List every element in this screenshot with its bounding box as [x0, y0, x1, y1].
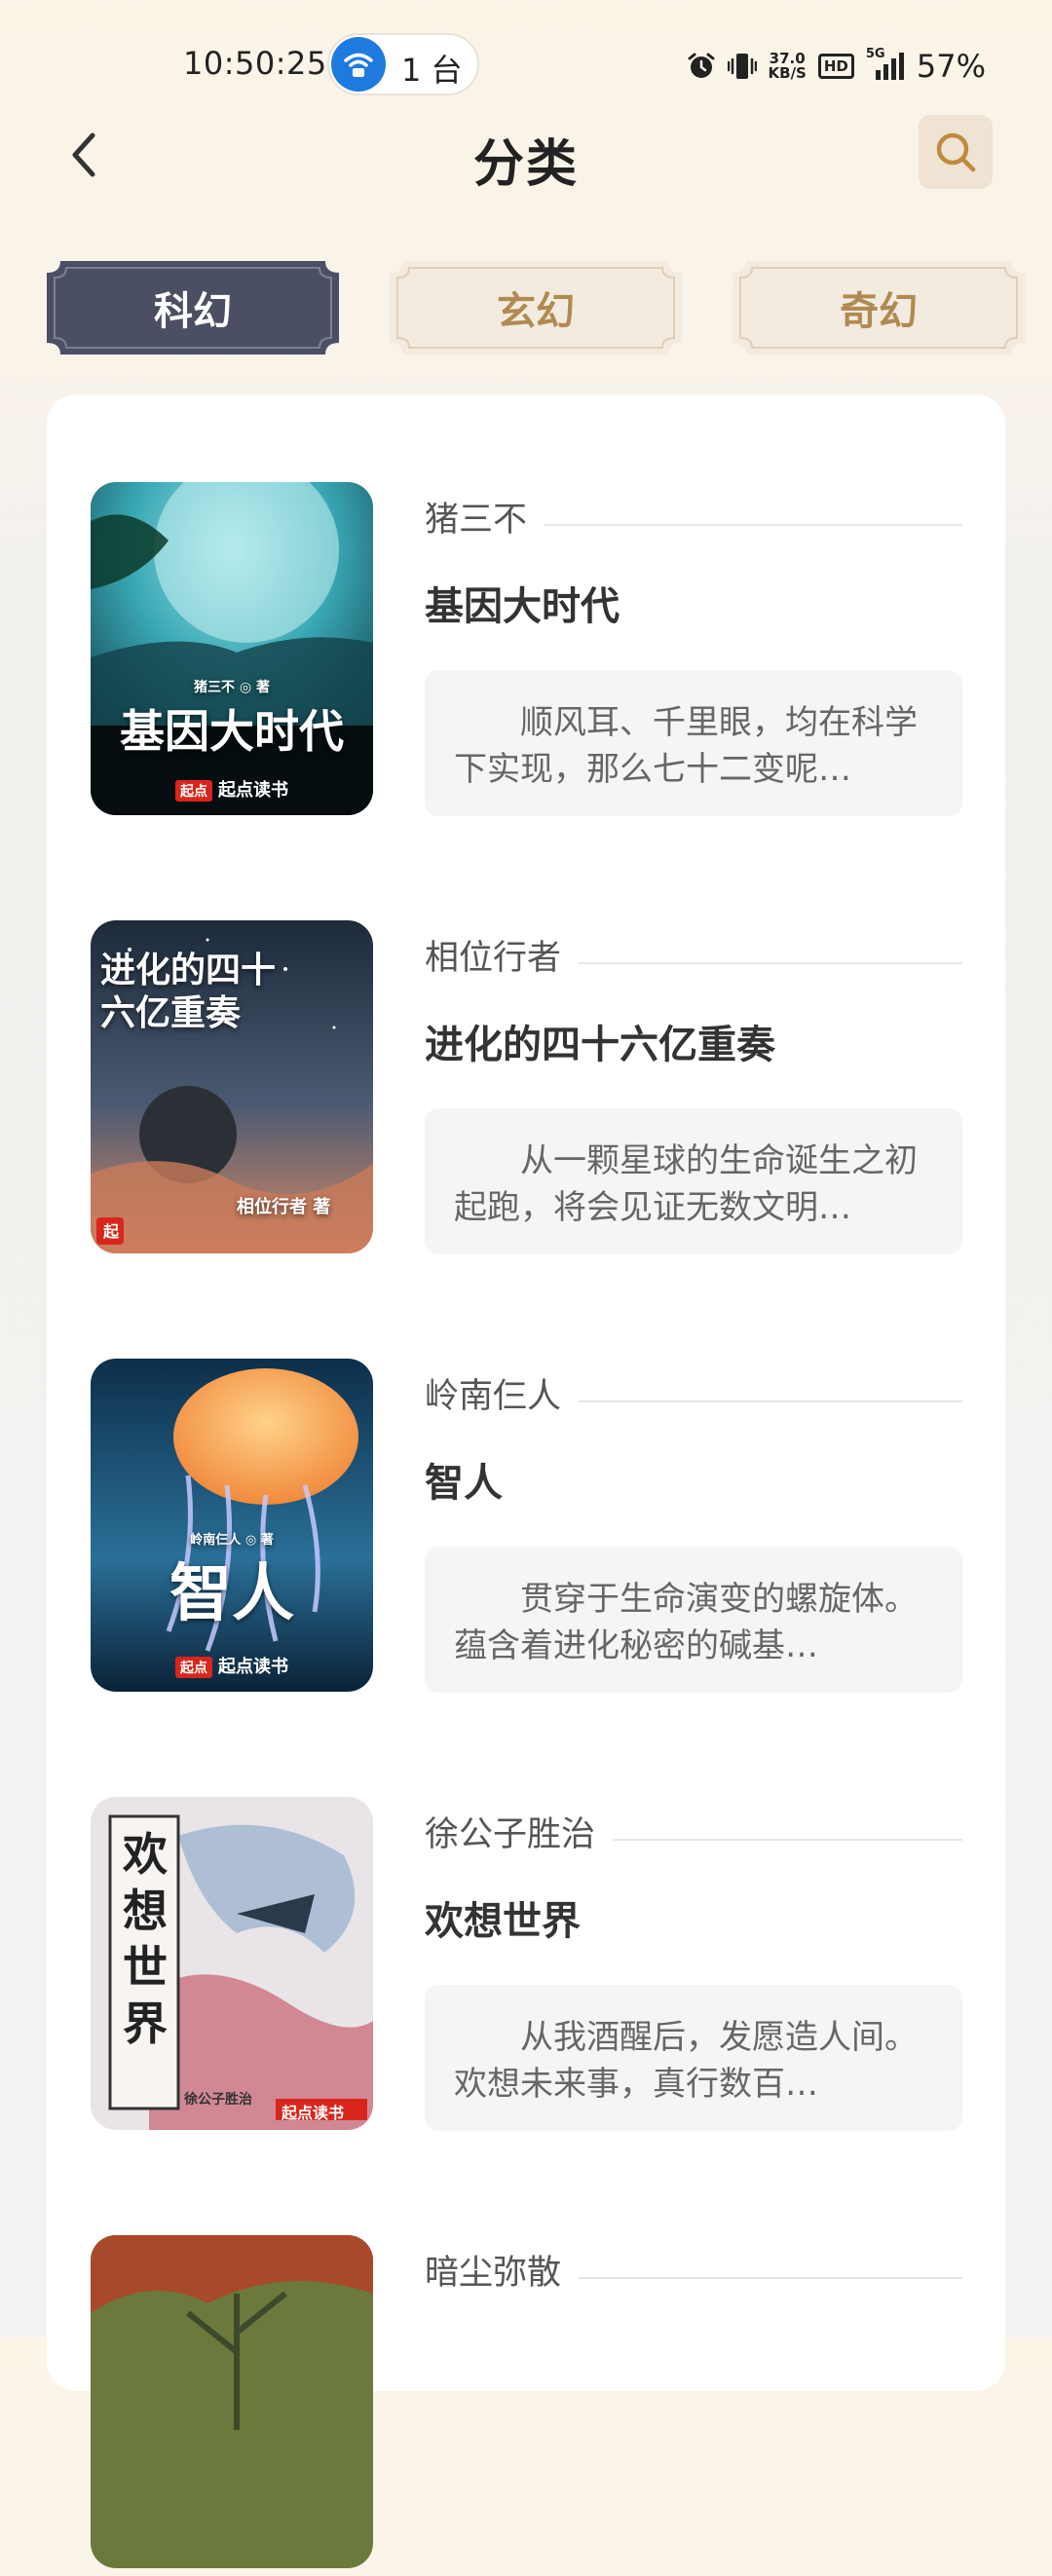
book-author: 岭南仨人 — [425, 1376, 562, 1416]
cover-brand: 起 — [102, 1222, 119, 1241]
cover-author: 相位行者 著 — [237, 1197, 331, 1217]
book-cover: 欢想世界 徐公子胜治 起点读书 — [91, 1797, 373, 2130]
book-author: 暗尘弥散 — [425, 2253, 562, 2293]
book-synopsis: 顺风耳、千里眼，均在科学下实现，那么七十二变呢… — [425, 670, 962, 816]
book-item[interactable]: 暗尘弥散 — [47, 2235, 1005, 2576]
search-icon — [936, 132, 976, 172]
author-row: 岭南仨人 — [425, 1368, 962, 1417]
book-author: 相位行者 — [425, 938, 562, 978]
tab-label: 玄幻 — [497, 289, 575, 334]
hd-badge: HD — [817, 54, 854, 79]
tab-scifi[interactable]: 科幻 — [47, 261, 339, 355]
book-item[interactable]: 进化的四十六亿重奏 相位行者 著 起 相位行者 进化的四十六亿重奏 从一颗星球的… — [47, 920, 1005, 1261]
cover-author: 徐公子胜治 — [184, 2092, 252, 2108]
book-synopsis: 从一颗星球的生命诞生之初起跑，将会见证无数文明… — [425, 1108, 962, 1254]
status-icons: 37.0 KB/S HD 5G 57% — [687, 47, 986, 86]
cover-brand: 起点 起点读书 — [91, 776, 373, 802]
book-title: 欢想世界 — [425, 1899, 581, 1944]
header: 分类 — [0, 107, 1052, 205]
book-title: 进化的四十六亿重奏 — [425, 1023, 775, 1067]
book-cover: 基因大时代 猪三不 ◎ 著 起点 起点读书 — [91, 482, 373, 815]
hotspot-pill[interactable]: 1 台 — [327, 33, 479, 95]
author-row: 相位行者 — [425, 930, 962, 979]
vibrate-icon — [727, 51, 757, 82]
page-title: 分类 — [472, 135, 579, 194]
cover-brand: 起点读书 — [282, 2104, 345, 2122]
alarm-icon — [687, 52, 716, 81]
book-synopsis: 从我酒醒后，发愿造人间。欢想未来事，真行数百… — [425, 1985, 962, 2131]
book-title: 基因大时代 — [425, 584, 620, 629]
network-label: 5G — [865, 47, 885, 61]
cover-title: 智人 — [169, 1558, 294, 1630]
author-divider — [579, 2277, 962, 2279]
tab-xuanhuan[interactable]: 玄幻 — [390, 261, 682, 355]
wifi-hotspot-icon — [331, 37, 386, 92]
book-cover: 智人 岭南仨人 ◎ 著 起点 起点读书 — [91, 1359, 373, 1692]
tab-qihuan[interactable]: 奇幻 — [733, 261, 1025, 355]
cover-author: 猪三不 ◎ 著 — [194, 680, 270, 695]
cover-brand: 起点 起点读书 — [91, 1653, 373, 1678]
author-row: 猪三不 — [425, 492, 962, 541]
tab-label: 奇幻 — [840, 289, 918, 334]
hotspot-count: 1 台 — [401, 52, 463, 89]
author-row: 徐公子胜治 — [425, 1807, 962, 1855]
status-time: 10:50:25 — [183, 45, 327, 82]
cover-title: 基因大时代 — [120, 705, 344, 758]
book-item[interactable]: 基因大时代 猪三不 ◎ 著 起点 起点读书 猪三不 基因大时代 顺风耳、千里眼，均… — [47, 482, 1005, 823]
category-tabs: 科幻 玄幻 奇幻 — [0, 255, 1052, 362]
search-button[interactable] — [919, 115, 993, 189]
author-divider — [613, 1839, 962, 1841]
author-row: 暗尘弥散 — [425, 2245, 962, 2294]
cover-author: 岭南仨人 ◎ 著 — [190, 1533, 274, 1548]
cover-brand-text: 起点读书 — [218, 1657, 288, 1677]
book-list: 基因大时代 猪三不 ◎ 著 起点 起点读书 猪三不 基因大时代 顺风耳、千里眼，均… — [47, 394, 1005, 2568]
cover-brand-text: 起点读书 — [218, 780, 288, 801]
author-divider — [579, 962, 962, 964]
tab-label: 科幻 — [154, 289, 232, 334]
author-divider — [579, 1400, 962, 1402]
book-synopsis: 贯穿于生命演变的螺旋体。蕴含着进化秘密的碱基… — [425, 1547, 962, 1693]
book-author: 徐公子胜治 — [425, 1814, 596, 1854]
cover-title: 进化的四十六亿重奏 — [100, 951, 277, 1033]
net-speed: 37.0 KB/S — [769, 52, 807, 81]
book-author: 猪三不 — [425, 500, 528, 540]
book-item[interactable]: 智人 岭南仨人 ◎ 著 起点 起点读书 岭南仨人 智人 贯穿于生命演变的螺旋体。蕴… — [47, 1359, 1005, 1699]
battery-level: 57% — [916, 48, 986, 85]
net-speed-unit: KB/S — [768, 64, 807, 82]
author-divider — [545, 524, 962, 526]
signal-icon: 5G — [866, 47, 905, 82]
book-title: 智人 — [425, 1461, 503, 1506]
cover-title: 欢想世界 — [123, 1828, 168, 2050]
book-cover: 进化的四十六亿重奏 相位行者 著 起 — [91, 920, 373, 1253]
book-item[interactable]: 欢想世界 徐公子胜治 起点读书 徐公子胜治 欢想世界 从我酒醒后，发愿造人间。欢… — [47, 1797, 1005, 2138]
book-cover — [91, 2235, 373, 2568]
